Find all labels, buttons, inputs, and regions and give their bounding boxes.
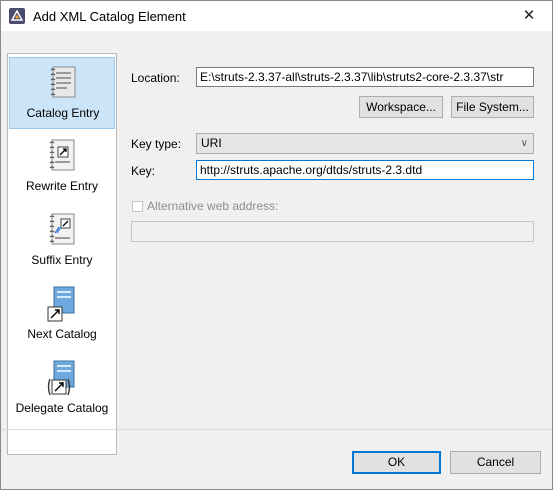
dialog-body: Catalog Entry Rewrite Entry Suffix Entry… xyxy=(1,31,552,489)
workspace-button[interactable]: Workspace... xyxy=(359,96,443,118)
title-bar[interactable]: Add XML Catalog Element ✕ xyxy=(1,1,552,31)
location-field[interactable]: E:\struts-2.3.37-all\struts-2.3.37\lib\s… xyxy=(196,67,534,87)
alternative-web-address-field[interactable] xyxy=(131,221,534,242)
suffix-entry-icon xyxy=(49,213,75,245)
dialog-window: Add XML Catalog Element ✕ Catalog Entry … xyxy=(0,0,553,490)
ok-button[interactable]: OK xyxy=(352,451,441,474)
catalog-entry-icon xyxy=(50,66,76,98)
alternative-web-address-checkbox[interactable] xyxy=(132,201,143,212)
key-label: Key: xyxy=(131,164,156,178)
cancel-button[interactable]: Cancel xyxy=(450,451,541,474)
eclipse-icon xyxy=(9,8,25,24)
close-icon: ✕ xyxy=(522,7,536,24)
sidebar-item-label: Catalog Entry xyxy=(26,106,100,120)
key-field[interactable]: http://struts.apache.org/dtds/struts-2.3… xyxy=(196,160,534,180)
sidebar-item-label: Rewrite Entry xyxy=(25,179,99,193)
key-type-select[interactable]: URI ∨ xyxy=(196,133,534,154)
sidebar-item-catalog-entry[interactable]: Catalog Entry xyxy=(9,57,115,129)
sidebar-item-label: Next Catalog xyxy=(27,327,97,341)
sidebar-item-label: Suffix Entry xyxy=(31,253,93,267)
file-system-button[interactable]: File System... xyxy=(451,96,534,118)
close-button[interactable]: ✕ xyxy=(506,1,552,31)
sidebar-item-label: Delegate Catalog xyxy=(15,401,109,415)
sidebar-item-delegate-catalog[interactable]: Delegate Catalog xyxy=(9,353,115,425)
sidebar-item-next-catalog[interactable]: Next Catalog xyxy=(9,279,115,351)
next-catalog-icon xyxy=(47,286,75,322)
key-type-value: URI xyxy=(201,136,222,150)
dialog-title: Add XML Catalog Element xyxy=(33,9,186,24)
alternative-web-address-label: Alternative web address: xyxy=(147,199,279,213)
element-type-list: Catalog Entry Rewrite Entry Suffix Entry… xyxy=(7,53,117,455)
chevron-down-icon: ∨ xyxy=(520,138,528,149)
catalog-entry-form: Location: E:\struts-2.3.37-all\struts-2.… xyxy=(119,53,544,453)
sidebar-item-rewrite-entry[interactable]: Rewrite Entry xyxy=(9,131,115,203)
delegate-catalog-icon xyxy=(47,360,75,396)
sidebar-item-suffix-entry[interactable]: Suffix Entry xyxy=(9,205,115,277)
location-label: Location: xyxy=(131,71,180,85)
key-type-label: Key type: xyxy=(131,137,182,151)
rewrite-entry-icon xyxy=(49,139,75,171)
footer-divider xyxy=(1,429,552,430)
